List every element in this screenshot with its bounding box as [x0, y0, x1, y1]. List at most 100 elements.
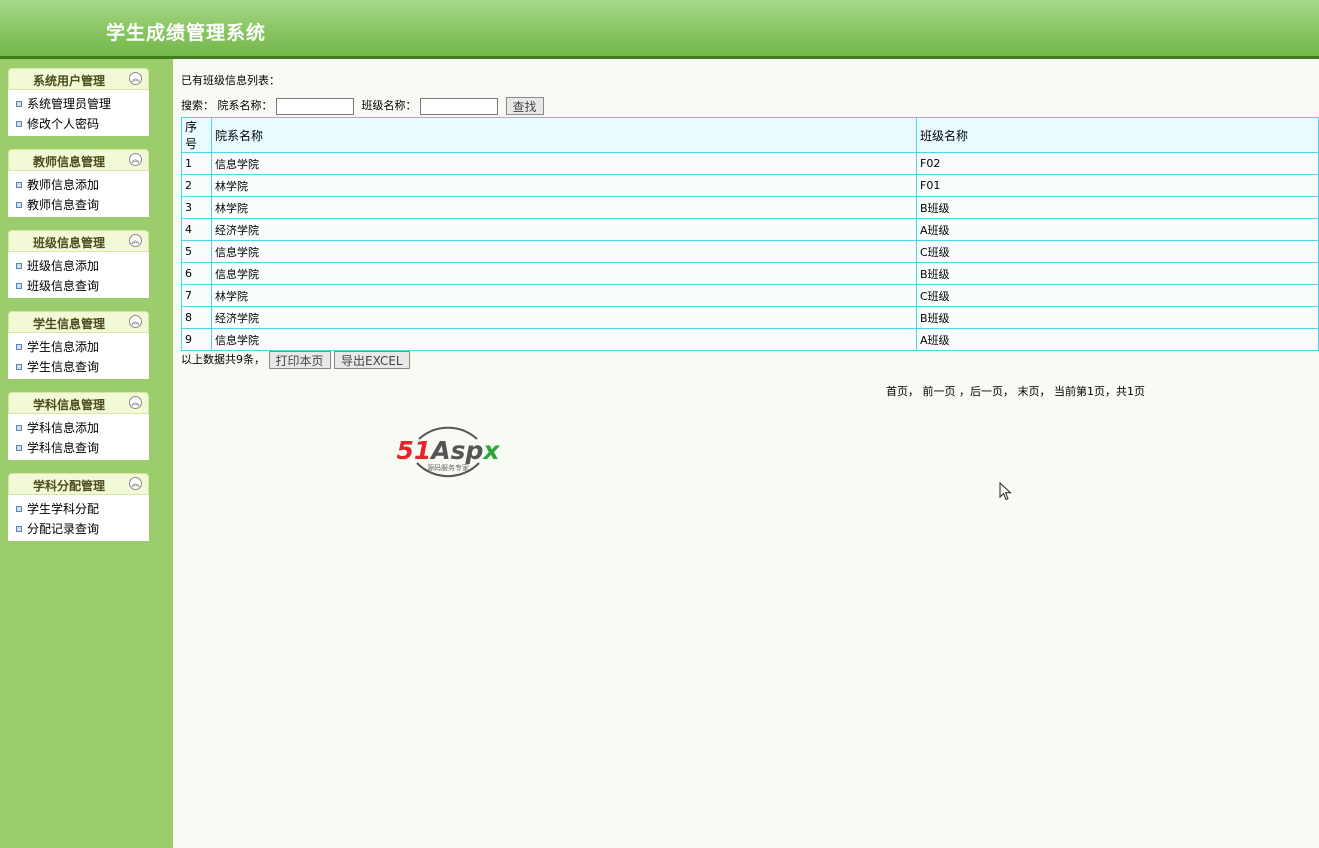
bullet-icon	[16, 181, 22, 188]
cell-dept: 林学院	[211, 284, 917, 307]
bullet-icon	[16, 100, 22, 107]
brand-logo: 51Aspx 源码服务专家	[396, 426, 500, 478]
logo-wordmark-green: x	[481, 436, 500, 465]
list-title: 已有班级信息列表：	[181, 74, 280, 87]
cell-index: 4	[181, 218, 212, 241]
sidebar-item-teacher-query[interactable]: 教师信息查询	[8, 195, 149, 215]
collapse-icon[interactable]: ︽	[129, 153, 142, 166]
bullet-icon	[16, 525, 22, 532]
bullet-icon	[16, 343, 22, 350]
pagination: 首页， 前一页 ，后一页， 末页， 当前第1页，共1页	[886, 385, 1145, 398]
table-row: 1 信息学院 F02	[181, 152, 1319, 175]
cell-class: F01	[916, 174, 1319, 197]
cell-index: 9	[181, 328, 212, 351]
sidebar-item-change-password[interactable]: 修改个人密码	[8, 114, 149, 134]
sidebar-item-subject-query[interactable]: 学科信息查询	[8, 438, 149, 458]
menu-group-header[interactable]: 学生信息管理 ︽	[8, 311, 149, 333]
table-row: 3 林学院 B班级	[181, 196, 1319, 219]
bullet-icon	[16, 282, 22, 289]
sidebar-item-student-query[interactable]: 学生信息查询	[8, 357, 149, 377]
bullet-icon	[16, 262, 22, 269]
sidebar: 系统用户管理 ︽ 系统管理员管理 修改个人密码 教师信息管理 ︽ 教师信息添加 …	[0, 59, 173, 848]
bullet-icon	[16, 424, 22, 431]
logo-wordmark-red: 51	[396, 436, 431, 465]
collapse-icon[interactable]: ︽	[129, 477, 142, 490]
menu-group-header[interactable]: 系统用户管理 ︽	[8, 68, 149, 90]
search-prefix: 搜索：	[181, 99, 214, 112]
sidebar-item-class-query[interactable]: 班级信息查询	[8, 276, 149, 296]
cell-class: B班级	[916, 262, 1319, 285]
menu-group-teachers: 教师信息管理 ︽ 教师信息添加 教师信息查询	[8, 149, 149, 217]
page-status: 当前第1页，共1页	[1054, 385, 1145, 398]
menu-group-title: 学生信息管理	[32, 317, 105, 331]
column-header-index: 序号	[181, 117, 212, 153]
cell-class: A班级	[916, 218, 1319, 241]
next-page-link[interactable]: 后一页	[970, 385, 1003, 398]
table-row: 6 信息学院 B班级	[181, 262, 1319, 285]
menu-group-title: 系统用户管理	[32, 74, 105, 88]
cell-dept: 信息学院	[211, 328, 917, 351]
cell-dept: 林学院	[211, 174, 917, 197]
bullet-icon	[16, 363, 22, 370]
collapse-icon[interactable]: ︽	[129, 315, 142, 328]
logo-wordmark: 51Aspx	[396, 436, 500, 465]
bullet-icon	[16, 120, 22, 127]
app-title: 学生成绩管理系统	[106, 22, 267, 44]
record-count: 以上数据共9条，	[181, 353, 265, 366]
table-header-row: 序号 院系名称 班级名称	[181, 117, 1319, 153]
sidebar-item-class-add[interactable]: 班级信息添加	[8, 256, 149, 276]
sidebar-item-subject-add[interactable]: 学科信息添加	[8, 418, 149, 438]
menu-group-header[interactable]: 教师信息管理 ︽	[8, 149, 149, 171]
cell-dept: 信息学院	[211, 152, 917, 175]
collapse-icon[interactable]: ︽	[129, 396, 142, 409]
sidebar-item-student-add[interactable]: 学生信息添加	[8, 337, 149, 357]
cell-index: 1	[181, 152, 212, 175]
bullet-icon	[16, 505, 22, 512]
main-content: 已有班级信息列表： 搜索： 院系名称： 班级名称： 查找 序号 院系名称 班级名…	[173, 59, 1319, 848]
last-page-link[interactable]: 末页	[1018, 385, 1040, 398]
bullet-icon	[16, 444, 22, 451]
cell-dept: 经济学院	[211, 306, 917, 329]
prev-page-link[interactable]: 前一页	[923, 385, 956, 398]
sidebar-item-assign-subject[interactable]: 学生学科分配	[8, 499, 149, 519]
menu-group-subjects: 学科信息管理 ︽ 学科信息添加 学科信息查询	[8, 392, 149, 460]
cell-dept: 林学院	[211, 196, 917, 219]
table-row: 7 林学院 C班级	[181, 284, 1319, 307]
cell-dept: 信息学院	[211, 240, 917, 263]
table-row: 2 林学院 F01	[181, 174, 1319, 197]
cell-class: C班级	[916, 284, 1319, 307]
class-table: 序号 院系名称 班级名称 1 信息学院 F02 2 林学院 F01 3 林学院 B班级 4经…	[181, 117, 1319, 351]
logo-wordmark-grey: Asp	[429, 436, 483, 465]
logo-tagline: 源码服务专家	[427, 463, 469, 472]
column-header-dept: 院系名称	[211, 117, 917, 153]
column-header-class: 班级名称	[916, 117, 1319, 153]
menu-group-title: 教师信息管理	[32, 155, 105, 169]
collapse-icon[interactable]: ︽	[129, 234, 142, 247]
print-button[interactable]: 打印本页	[268, 351, 331, 369]
menu-group-system-users: 系统用户管理 ︽ 系统管理员管理 修改个人密码	[8, 68, 149, 136]
cell-index: 6	[181, 262, 212, 285]
dept-search-input[interactable]	[276, 97, 354, 115]
cell-class: F02	[916, 152, 1319, 175]
sidebar-item-assign-records[interactable]: 分配记录查询	[8, 519, 149, 539]
collapse-icon[interactable]: ︽	[129, 72, 142, 85]
search-button[interactable]: 查找	[505, 97, 544, 115]
cell-index: 8	[181, 306, 212, 329]
export-excel-button[interactable]: 导出EXCEL	[334, 351, 410, 369]
sidebar-item-admin-manage[interactable]: 系统管理员管理	[8, 94, 149, 114]
menu-group-header[interactable]: 学科信息管理 ︽	[8, 392, 149, 414]
dept-label: 院系名称：	[217, 99, 273, 112]
menu-group-assignment: 学科分配管理 ︽ 学生学科分配 分配记录查询	[8, 473, 149, 541]
menu-group-header[interactable]: 学科分配管理 ︽	[8, 473, 149, 495]
cell-class: B班级	[916, 306, 1319, 329]
cell-dept: 经济学院	[211, 218, 917, 241]
table-footer: 以上数据共9条， 打印本页 导出EXCEL	[181, 351, 410, 369]
menu-group-header[interactable]: 班级信息管理 ︽	[8, 230, 149, 252]
menu-group-classes: 班级信息管理 ︽ 班级信息添加 班级信息查询	[8, 230, 149, 298]
menu-group-students: 学生信息管理 ︽ 学生信息添加 学生信息查询	[8, 311, 149, 379]
first-page-link[interactable]: 首页	[886, 385, 908, 398]
table-row: 4 经济学院 A班级	[181, 218, 1319, 241]
sidebar-item-teacher-add[interactable]: 教师信息添加	[8, 175, 149, 195]
class-search-input[interactable]	[420, 97, 498, 115]
cell-dept: 信息学院	[211, 262, 917, 285]
